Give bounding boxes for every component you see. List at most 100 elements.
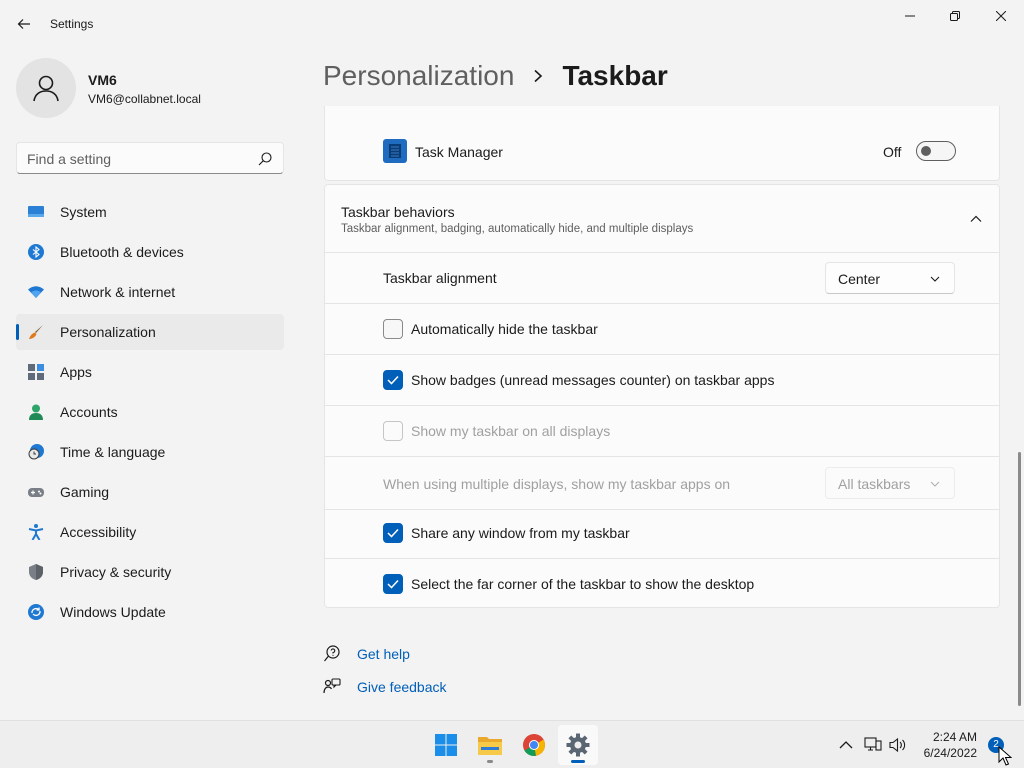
- checkmark-icon: [387, 579, 399, 589]
- taskbar-chrome[interactable]: [514, 725, 554, 765]
- taskbar-settings[interactable]: [558, 725, 598, 765]
- auto-hide-label[interactable]: Automatically hide the taskbar: [411, 321, 598, 337]
- sidebar-item-personalization[interactable]: Personalization: [16, 314, 284, 350]
- sidebar-item-label: Privacy & security: [60, 564, 172, 580]
- chevron-right-icon: [534, 69, 543, 83]
- dropdown-value: Center: [838, 271, 881, 287]
- sidebar-item-network[interactable]: Network & internet: [16, 274, 284, 310]
- gamepad-icon: [28, 488, 44, 497]
- sidebar-item-label: System: [60, 204, 107, 220]
- system-icon: [28, 206, 44, 217]
- network-tray-button[interactable]: [863, 735, 883, 755]
- sidebar-item-system[interactable]: System: [16, 194, 284, 230]
- sidebar-item-label: Windows Update: [60, 604, 166, 620]
- chrome-icon: [523, 734, 545, 756]
- back-button[interactable]: [8, 8, 40, 40]
- clock-date: 6/24/2022: [923, 746, 977, 760]
- give-feedback-text[interactable]: Give feedback: [357, 679, 447, 695]
- sidebar-item-privacy[interactable]: Privacy & security: [16, 554, 284, 590]
- sidebar-item-time-language[interactable]: Time & language: [16, 434, 284, 470]
- checkmark-icon: [387, 375, 399, 385]
- apps-icon: [28, 364, 44, 380]
- chevron-up-icon[interactable]: [969, 212, 983, 226]
- sidebar-item-gaming[interactable]: Gaming: [16, 474, 284, 510]
- give-feedback-link[interactable]: Give feedback: [323, 674, 523, 698]
- avatar: [16, 58, 76, 118]
- task-manager-label: Task Manager: [415, 144, 503, 160]
- task-manager-card: Task Manager Off: [324, 106, 1000, 181]
- close-button[interactable]: [978, 0, 1024, 32]
- start-icon: [435, 734, 457, 756]
- help-icon: [324, 645, 340, 662]
- taskbar-clock[interactable]: 2:24 AM 6/24/2022: [914, 725, 984, 765]
- windows-taskbar: 2:24 AM 6/24/2022: [0, 720, 1024, 768]
- minimize-button[interactable]: [887, 0, 933, 32]
- chevron-down-icon: [930, 481, 940, 487]
- share-window-checkbox[interactable]: [383, 523, 403, 543]
- share-window-row: Share any window from my taskbar: [325, 508, 999, 559]
- vertical-scrollbar[interactable]: [1018, 452, 1021, 706]
- sidebar-item-windows-update[interactable]: Windows Update: [16, 594, 284, 630]
- running-indicator: [487, 760, 493, 763]
- share-window-label[interactable]: Share any window from my taskbar: [411, 525, 630, 541]
- far-corner-row: Select the far corner of the taskbar to …: [325, 559, 999, 610]
- section-title: Taskbar behaviors: [341, 204, 455, 220]
- far-corner-checkbox[interactable]: [383, 574, 403, 594]
- auto-hide-row: Automatically hide the taskbar: [325, 304, 999, 355]
- back-arrow-icon: [17, 19, 30, 29]
- user-profile[interactable]: VM6 VM6@collabnet.local: [16, 58, 286, 118]
- breadcrumb-parent[interactable]: Personalization: [323, 60, 514, 92]
- active-indicator: [571, 760, 585, 763]
- alignment-dropdown[interactable]: Center: [825, 262, 955, 294]
- start-button[interactable]: [426, 725, 466, 765]
- show-badges-checkbox[interactable]: [383, 370, 403, 390]
- toggle-knob: [921, 146, 931, 156]
- sidebar-item-apps[interactable]: Apps: [16, 354, 284, 390]
- sidebar-item-bluetooth[interactable]: Bluetooth & devices: [16, 234, 284, 270]
- update-icon: [28, 604, 44, 620]
- person-avatar-icon: [33, 75, 59, 102]
- get-help-link[interactable]: Get help: [323, 641, 523, 665]
- shield-icon: [29, 564, 43, 580]
- restore-button[interactable]: [932, 0, 978, 32]
- sidebar-item-accessibility[interactable]: Accessibility: [16, 514, 284, 550]
- task-manager-toggle[interactable]: [916, 141, 956, 161]
- sidebar-item-label: Bluetooth & devices: [60, 244, 184, 260]
- section-header[interactable]: Taskbar behaviors Taskbar alignment, bad…: [325, 185, 999, 253]
- bluetooth-icon: [28, 244, 44, 260]
- sidebar-item-label: Time & language: [60, 444, 166, 460]
- search-box[interactable]: [16, 142, 284, 174]
- multi-display-row: When using multiple displays, show my ta…: [325, 457, 999, 510]
- sidebar-item-label: Accounts: [60, 404, 118, 420]
- far-corner-label[interactable]: Select the far corner of the taskbar to …: [411, 576, 754, 592]
- speaker-icon: [889, 737, 906, 753]
- sidebar-nav: System Bluetooth & devices Network & int…: [16, 194, 284, 634]
- minimize-icon: [905, 15, 915, 17]
- all-displays-checkbox: [383, 421, 403, 441]
- chevron-up-icon: [839, 741, 853, 749]
- settings-icon: [566, 733, 590, 757]
- taskbar-file-explorer[interactable]: [470, 725, 510, 765]
- chevron-down-icon: [930, 276, 940, 282]
- multi-display-label: When using multiple displays, show my ta…: [383, 476, 731, 492]
- mouse-cursor-icon: [998, 746, 1012, 766]
- task-manager-icon: [383, 139, 407, 163]
- tray-overflow-button[interactable]: [836, 735, 856, 755]
- auto-hide-checkbox[interactable]: [383, 319, 403, 339]
- section-subtitle: Taskbar alignment, badging, automaticall…: [341, 223, 694, 235]
- wifi-icon: [28, 286, 44, 298]
- sidebar-item-accounts[interactable]: Accounts: [16, 394, 284, 430]
- user-email: VM6@collabnet.local: [88, 92, 201, 106]
- search-input[interactable]: [27, 149, 252, 169]
- restore-icon: [950, 11, 960, 21]
- get-help-text[interactable]: Get help: [357, 646, 410, 662]
- brush-icon: [29, 325, 43, 339]
- volume-tray-button[interactable]: [888, 735, 908, 755]
- sidebar-item-label: Accessibility: [60, 524, 137, 540]
- show-badges-label[interactable]: Show badges (unread messages counter) on…: [411, 372, 774, 388]
- task-manager-glyph-icon: [389, 144, 401, 158]
- taskbar-alignment-row: Taskbar alignment Center: [325, 253, 999, 304]
- title-bar: Settings: [0, 0, 1024, 48]
- feedback-icon: [323, 678, 341, 694]
- search-icon[interactable]: [257, 151, 273, 167]
